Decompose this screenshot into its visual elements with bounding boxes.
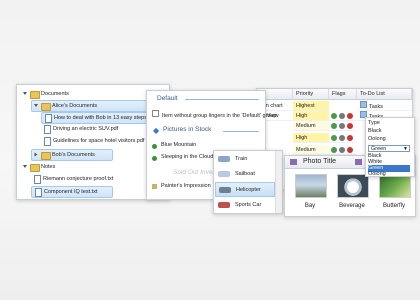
- dropdown-row[interactable]: Oolong: [368, 136, 410, 143]
- tree-node-documents[interactable]: Documents: [21, 89, 161, 99]
- folder-icon: [41, 152, 51, 160]
- flag-icon: [347, 123, 353, 129]
- collapse-chevron-icon[interactable]: ◆: [153, 126, 159, 135]
- todo-cell[interactable]: Tasks: [357, 101, 412, 111]
- list-item[interactable]: Painter's Impression: [161, 183, 211, 189]
- document-icon: [35, 188, 42, 197]
- document-icon: [44, 125, 51, 134]
- flag-icon: [339, 147, 345, 153]
- stock-icon: [152, 144, 157, 149]
- painting-icon: [152, 184, 157, 189]
- transport-list: Train Sailboat Helicopter Sports Car: [213, 150, 283, 214]
- photo-label: Butterfly: [382, 203, 405, 209]
- item-icon: [152, 110, 159, 117]
- flag-icon: [339, 135, 345, 141]
- flags-cell[interactable]: [329, 145, 357, 155]
- photo-icon: [290, 159, 297, 165]
- list-item-sports-car[interactable]: Sports Car: [215, 198, 275, 213]
- expand-toggle-icon[interactable]: [23, 92, 27, 95]
- column-header-flags[interactable]: Flags: [329, 89, 357, 100]
- photo-label: Bay: [304, 203, 316, 209]
- list-item[interactable]: Blue Mountain: [161, 142, 196, 148]
- flags-cell[interactable]: [329, 133, 357, 143]
- document-icon: [44, 137, 51, 146]
- chevron-down-icon[interactable]: ▼: [403, 146, 408, 153]
- folder-icon: [30, 164, 40, 172]
- priority-cell[interactable]: High: [293, 111, 329, 121]
- priority-cell[interactable]: High: [293, 133, 329, 143]
- priority-cell[interactable]: Medium: [293, 121, 329, 131]
- group-header-stock[interactable]: Pictures in Stock: [163, 126, 211, 133]
- list-item[interactable]: Sleeping in the Clouds: [161, 154, 216, 160]
- dropdown-option[interactable]: Oolong: [368, 171, 410, 178]
- photo-label: Beverage: [339, 203, 365, 209]
- priority-cell[interactable]: Highest: [293, 101, 329, 111]
- expand-toggle-icon[interactable]: [34, 104, 38, 107]
- tree-node-file[interactable]: Driving an electric SUV.pdf: [41, 124, 161, 134]
- vertical-scrollbar[interactable]: [275, 151, 282, 213]
- flag-icon: [331, 147, 337, 153]
- folder-icon: [30, 91, 40, 99]
- thumbnail-beverage[interactable]: [337, 174, 369, 198]
- flag-icon: [347, 147, 353, 153]
- expand-toggle-icon[interactable]: [23, 165, 27, 168]
- select-field[interactable]: Green ▼: [368, 145, 410, 152]
- group-divider: [185, 99, 259, 100]
- list-item-helicopter[interactable]: Helicopter: [215, 182, 275, 197]
- tree-node-bobs-documents[interactable]: Bob's Documents: [31, 149, 113, 161]
- flag-icon: [331, 123, 337, 129]
- dropdown-row[interactable]: Black: [368, 128, 410, 135]
- train-icon: [218, 156, 230, 162]
- type-dropdown: Type Black Oolong Green ▼ Black White Gr…: [365, 117, 415, 177]
- document-icon: [34, 175, 41, 184]
- sailboat-icon: [218, 171, 230, 177]
- list-item-sailboat[interactable]: Sailboat: [215, 167, 275, 182]
- priority-cell[interactable]: Medium: [293, 145, 329, 155]
- stock-icon: [152, 156, 157, 161]
- list-item-train[interactable]: Train: [215, 152, 275, 167]
- tree-node-file[interactable]: Guidelines for space hotel visitors.pdf: [41, 136, 161, 146]
- folder-icon: [41, 103, 51, 111]
- helicopter-icon: [219, 187, 231, 193]
- photo-icon: [355, 159, 362, 165]
- column-header-priority[interactable]: Priority: [293, 89, 329, 100]
- tree-node-file[interactable]: Component IQ test.txt: [31, 186, 113, 198]
- group-header-default[interactable]: Default: [157, 95, 178, 102]
- flag-icon: [339, 113, 345, 119]
- flags-cell[interactable]: [329, 111, 357, 121]
- group-divider: [223, 131, 259, 132]
- collapse-toggle-icon[interactable]: [34, 152, 38, 157]
- flag-icon: [331, 113, 337, 119]
- dropdown-row[interactable]: Type: [368, 120, 410, 127]
- tasks-icon: [360, 101, 367, 108]
- group-header-sold-out[interactable]: Sold Out Invent: [173, 169, 218, 176]
- document-icon: [45, 114, 52, 123]
- thumbnail-bay[interactable]: [295, 174, 327, 198]
- list-item[interactable]: Item without group lingers in the 'Defau…: [152, 110, 277, 119]
- flag-icon: [347, 135, 353, 141]
- tree-node-alices-documents[interactable]: Alice's Documents: [31, 100, 159, 112]
- column-header-todo[interactable]: To-Do List: [357, 89, 412, 100]
- flag-icon: [339, 123, 345, 129]
- tree-node-notes[interactable]: Notes: [21, 162, 121, 172]
- car-icon: [218, 202, 230, 208]
- flag-icon: [347, 113, 353, 119]
- tree-node-file[interactable]: Riemann conjecture proof.txt: [31, 174, 141, 184]
- flags-cell[interactable]: [329, 121, 357, 131]
- flag-icon: [331, 135, 337, 141]
